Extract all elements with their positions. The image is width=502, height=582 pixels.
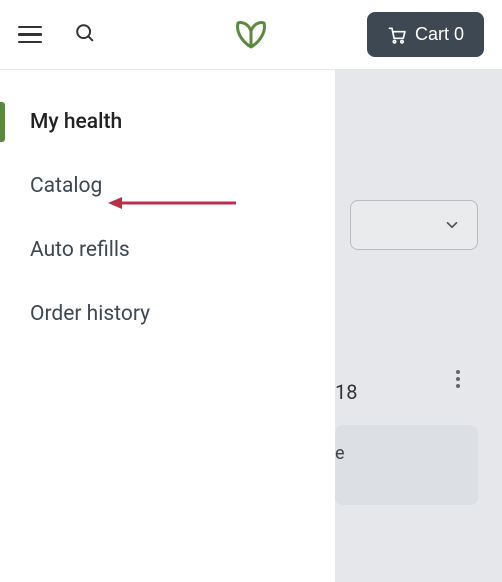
sidebar-navigation: My health Catalog Auto refills Order his… <box>0 70 335 582</box>
search-icon[interactable] <box>74 22 96 48</box>
sidebar-item-label: My health <box>30 110 122 134</box>
sidebar-item-catalog[interactable]: Catalog <box>0 154 335 218</box>
cart-button[interactable]: Cart 0 <box>367 12 484 57</box>
sidebar-item-my-health[interactable]: My health <box>0 90 335 154</box>
sidebar-item-order-history[interactable]: Order history <box>0 282 335 346</box>
content-card[interactable]: e <box>335 425 478 505</box>
brand-logo-icon[interactable] <box>231 13 271 57</box>
sidebar-item-label: Order history <box>30 302 150 326</box>
app-header: Cart 0 <box>0 0 502 70</box>
cart-icon <box>387 25 407 45</box>
sidebar-item-auto-refills[interactable]: Auto refills <box>0 218 335 282</box>
sidebar-item-label: Catalog <box>30 174 102 198</box>
card-partial-text: e <box>335 443 345 464</box>
hamburger-menu-icon[interactable] <box>18 23 42 47</box>
dropdown-select[interactable] <box>350 200 478 250</box>
chevron-down-icon <box>443 216 461 234</box>
partial-date-text: 18 <box>335 380 357 404</box>
kebab-menu-icon[interactable] <box>444 365 472 393</box>
sidebar-item-label: Auto refills <box>30 238 130 262</box>
cart-label: Cart 0 <box>415 24 464 45</box>
